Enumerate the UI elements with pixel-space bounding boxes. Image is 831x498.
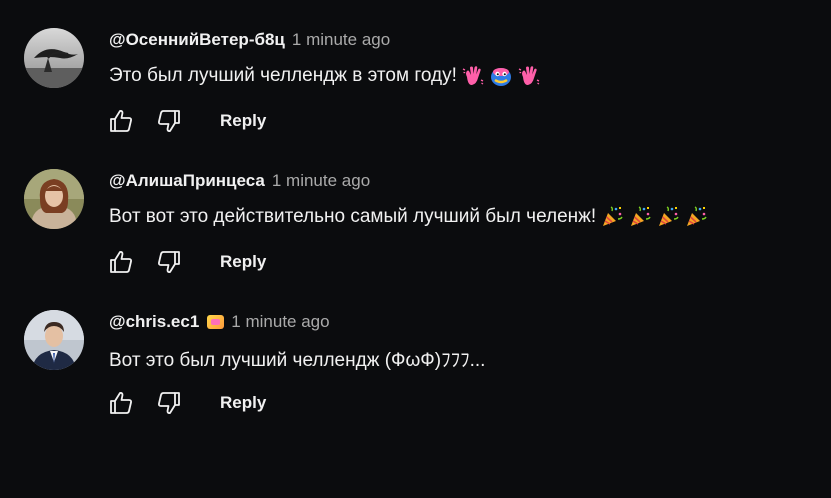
dislike-button[interactable]	[152, 106, 186, 136]
author-name[interactable]: @ОсеннийВетер-б8ц	[109, 30, 285, 50]
thumbs-down-icon	[158, 392, 180, 414]
comment-meta: @АлишаПринцеса 1 minute ago	[109, 170, 370, 192]
timestamp[interactable]: 1 minute ago	[272, 171, 370, 191]
author-name[interactable]: @chris.ec1	[109, 312, 199, 332]
timestamp[interactable]: 1 minute ago	[292, 30, 390, 50]
comment-actions: Reply	[104, 388, 266, 418]
comment-actions: Reply	[104, 247, 266, 277]
party-popper-icon	[684, 205, 708, 229]
avatar[interactable]	[24, 28, 84, 88]
comment-meta: @ОсеннийВетер-б8ц 1 minute ago	[109, 29, 390, 51]
comment-item: @ОсеннийВетер-б8ц 1 minute ago Это был л…	[0, 24, 831, 154]
dislike-button[interactable]	[152, 247, 186, 277]
reply-button[interactable]: Reply	[220, 252, 266, 272]
timestamp[interactable]: 1 minute ago	[231, 312, 329, 332]
blue-face-icon	[489, 64, 513, 88]
thumbs-down-icon	[158, 110, 180, 132]
comment-text: Вот это был лучший челлендж (ФωФ)ﾌﾌﾌ...	[109, 345, 485, 371]
comment-actions: Reply	[104, 106, 266, 136]
avatar[interactable]	[24, 169, 84, 229]
thumbs-down-icon	[158, 251, 180, 273]
girl-avatar-image	[24, 169, 84, 229]
thumbs-up-icon	[110, 392, 132, 414]
comment-meta: @chris.ec1 1 minute ago	[109, 311, 330, 333]
comment-body: Это был лучший челлендж в этом году!	[109, 65, 457, 86]
party-popper-icon	[628, 205, 652, 229]
like-button[interactable]	[104, 106, 138, 136]
party-popper-icon	[656, 205, 680, 229]
tree-avatar-image	[24, 28, 84, 88]
waving-hand-icon	[461, 64, 485, 88]
reply-button[interactable]: Reply	[220, 111, 266, 131]
member-badge-icon	[207, 315, 225, 329]
thumbs-up-icon	[110, 110, 132, 132]
comment-text: Это был лучший челлендж в этом году!	[109, 63, 541, 89]
comment-item: @АлишаПринцеса 1 minute ago Вот вот это …	[0, 165, 831, 295]
avatar[interactable]	[24, 310, 84, 370]
comment-body: Вот это был лучший челлендж (ФωФ)ﾌﾌﾌ...	[109, 349, 486, 371]
waving-hand-icon	[517, 64, 541, 88]
man-suit-avatar-image	[24, 310, 84, 370]
comment-body: Вот вот это действительно самый лучший б…	[109, 206, 597, 227]
comment-item: @chris.ec1 1 minute ago Вот это был лучш…	[0, 306, 831, 436]
dislike-button[interactable]	[152, 388, 186, 418]
author-name[interactable]: @АлишаПринцеса	[109, 171, 265, 191]
like-button[interactable]	[104, 247, 138, 277]
comments-list: @ОсеннийВетер-б8ц 1 minute ago Это был л…	[0, 0, 831, 498]
party-popper-icon	[600, 205, 624, 229]
like-button[interactable]	[104, 388, 138, 418]
reply-button[interactable]: Reply	[220, 393, 266, 413]
thumbs-up-icon	[110, 251, 132, 273]
comment-text: Вот вот это действительно самый лучший б…	[109, 204, 708, 230]
